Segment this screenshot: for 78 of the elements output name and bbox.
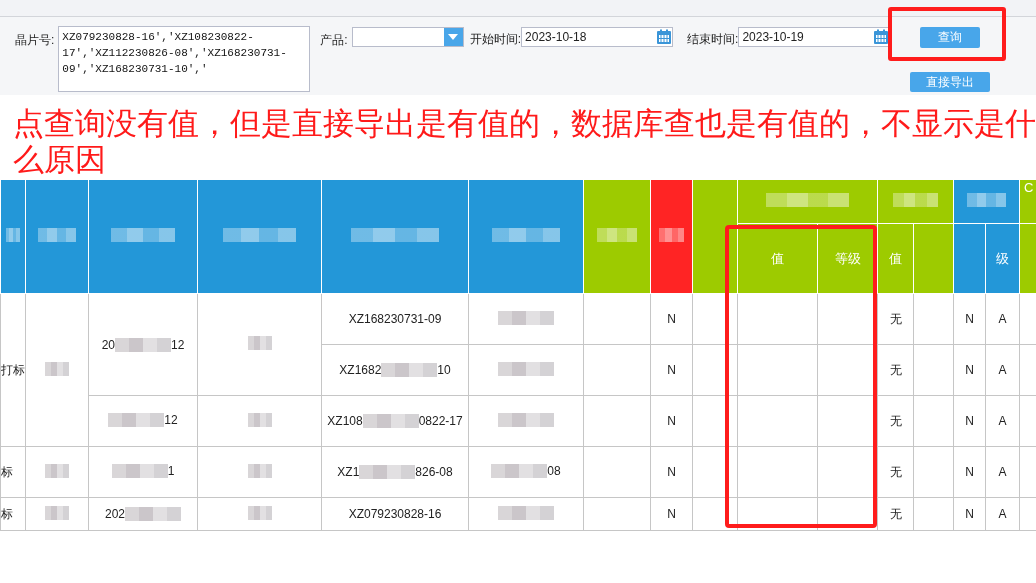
- table-cell: N: [953, 344, 986, 396]
- chip-input-field[interactable]: XZ079230828-16','XZ108230822-17','XZ112230826-08','XZ168230731-09','XZ168230731-10',': [58, 26, 311, 92]
- cell-text: 12: [171, 337, 185, 352]
- cell-text: 20: [101, 337, 115, 352]
- table-cell: 无: [877, 497, 914, 531]
- redaction: [893, 193, 938, 207]
- annotation-text: 点查询没有值，但是直接导出是有值的，数据库查也是有值的，不显示是什么原因: [12, 104, 1036, 179]
- redaction: [38, 228, 76, 242]
- cell-text: 08: [547, 463, 561, 478]
- cell-text: XZ108: [327, 414, 363, 428]
- table-cell: A: [985, 293, 1020, 345]
- table-cell: 无: [877, 446, 914, 498]
- redaction: [110, 228, 176, 242]
- calendar-icon[interactable]: [656, 29, 673, 45]
- redaction: [491, 228, 561, 242]
- redaction: [45, 505, 69, 520]
- redaction: [5, 228, 21, 242]
- redaction: [247, 463, 272, 478]
- start-date-field[interactable]: 2023-10-18: [521, 27, 674, 47]
- table-cell: 无: [877, 395, 914, 447]
- table-cell: 无: [877, 344, 914, 396]
- dropdown-caret-icon: [448, 34, 459, 40]
- redaction: [498, 505, 554, 520]
- table-cell: N: [953, 395, 986, 447]
- table-cell: A: [985, 344, 1020, 396]
- table-cell: A: [985, 446, 1020, 498]
- table-cell: N: [953, 293, 986, 345]
- redaction: [597, 228, 637, 242]
- table-cell: N: [650, 293, 693, 345]
- redaction: [362, 414, 419, 428]
- table-cell: A: [985, 497, 1020, 531]
- table-cell: 标: [0, 497, 26, 531]
- cell-text: XZ1682: [339, 363, 382, 377]
- cell-text: XZ079230828-16: [348, 507, 442, 521]
- redaction: [247, 336, 272, 350]
- redaction: [45, 463, 69, 478]
- table-cell: N: [650, 395, 693, 447]
- redaction: [359, 465, 416, 479]
- redaction: [125, 507, 181, 521]
- table-cell: 标: [0, 446, 26, 498]
- product-dropdown[interactable]: [351, 27, 464, 47]
- cell-text: 202: [105, 507, 125, 521]
- redaction: [115, 337, 171, 352]
- redaction: [498, 412, 554, 427]
- table-cell: N: [953, 497, 986, 531]
- redaction: [247, 412, 272, 427]
- start-label: 开始时间:: [469, 31, 522, 48]
- table-cell: N: [953, 446, 986, 498]
- table-cell: N: [650, 446, 693, 498]
- column-header: 级: [985, 223, 1020, 294]
- chip-label: 晶片号:: [15, 32, 55, 49]
- cell-text: 1: [167, 463, 175, 478]
- redaction: [381, 363, 438, 377]
- end-label: 结束时间:: [687, 31, 739, 48]
- end-date-field[interactable]: 2023-10-19: [738, 27, 891, 47]
- cell-text: XZ1: [337, 465, 360, 479]
- cell-text: 826-08: [415, 465, 453, 479]
- cell-text: 10: [437, 363, 451, 377]
- column-header: 值: [877, 223, 914, 294]
- table-cell: N: [650, 497, 693, 531]
- redaction: [45, 361, 69, 376]
- calendar-icon[interactable]: [873, 29, 890, 45]
- table-cell: A: [985, 395, 1020, 447]
- redaction: [967, 193, 1006, 207]
- redaction: [108, 412, 165, 427]
- redaction: [491, 463, 548, 478]
- table-cell: 无: [877, 293, 914, 345]
- redaction: [498, 361, 554, 376]
- table-cell: N: [650, 344, 693, 396]
- table-cell: 打标: [0, 293, 26, 447]
- redaction: [498, 310, 554, 325]
- cell-text: 12: [164, 412, 178, 427]
- redaction: [247, 505, 272, 520]
- product-label: 产品:: [320, 32, 348, 49]
- redaction: [111, 463, 168, 478]
- cell-text: 0822-17: [418, 414, 463, 428]
- cell-text: XZ168230731-09: [348, 312, 442, 326]
- redaction: [659, 228, 684, 242]
